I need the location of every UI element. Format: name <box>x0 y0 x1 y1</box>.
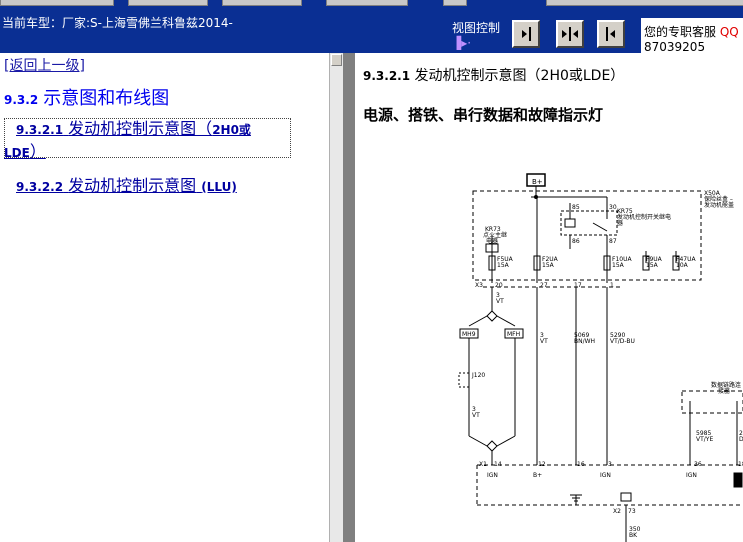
nav-link-title: 发动机控制示意图 <box>68 176 197 195</box>
wire-color: VT <box>496 298 504 305</box>
x1-func: IGN <box>487 472 498 479</box>
current-vehicle-label: 当前车型：厂家:S-上海雪佛兰科鲁兹2014- <box>2 16 233 30</box>
jumper-label: J120 <box>471 372 485 379</box>
nav-scrollbar[interactable] <box>329 53 343 542</box>
x3-pin: 17 <box>574 282 582 289</box>
battery-label: B+ <box>532 178 543 186</box>
fuse-rating: 10A <box>676 262 689 269</box>
section-heading-9-3-2: 9.3.2 示意图和布线图 <box>4 84 169 110</box>
x1-pin: 36 <box>694 461 702 468</box>
relay-pin-87: 87 <box>609 238 617 245</box>
view-control-label: 视图控制 <box>452 21 501 35</box>
wire-color: VT/YE <box>696 436 713 443</box>
back-link[interactable]: [返回上一级] <box>4 55 85 75</box>
view-control-icon: ▐▸· <box>452 36 472 50</box>
splice-label: MFH <box>507 331 520 338</box>
x1-label: X1 <box>479 461 487 468</box>
service-phone: 87039205 <box>644 40 706 53</box>
customer-service-box: 您的专职客服 QQ 87039205 <box>641 18 743 53</box>
arrow-left-bar-icon <box>606 27 615 41</box>
relay-pin-30: 30 <box>609 204 617 211</box>
x3-label: X3 <box>475 282 483 289</box>
relay-coil <box>564 218 576 228</box>
x1-pin: 3 <box>608 461 612 468</box>
fuse-rating: 15A <box>612 262 625 269</box>
section-title: 示意图和布线图 <box>43 88 170 109</box>
split-arrows-icon <box>562 27 578 41</box>
service-text: 您的专职客服 <box>644 25 717 39</box>
content-pane: 9.3.2.1 发动机控制示意图（2H0或LDE） 电源、搭铁、串行数据和故障指… <box>355 53 743 542</box>
section-number: 9.3.2 <box>4 93 39 107</box>
wire-color: BK <box>629 532 638 539</box>
service-label: 您的专职客服 QQ <box>644 23 739 40</box>
wire-color: VT <box>540 338 548 345</box>
x3-pin: 20 <box>495 282 503 289</box>
x1-func: B+ <box>533 472 542 479</box>
fuse-rating: 15A <box>542 262 555 269</box>
arrow-right-bar-icon <box>522 27 531 41</box>
wire-color: BN/WH <box>574 338 595 345</box>
top-bar: 当前车型：厂家:S-上海雪佛兰科鲁兹2014- 视图控制 ▐▸· 您的专职客服 … <box>0 0 743 53</box>
x1-pin: 16 <box>577 461 585 468</box>
x1-func: IGN <box>686 472 697 479</box>
relay-pin-85: 85 <box>572 204 580 211</box>
fuse-rating: 15A <box>497 262 510 269</box>
collapse-right-button[interactable] <box>597 20 625 48</box>
splice-label: MH9 <box>462 331 476 338</box>
service-qq-link[interactable]: QQ <box>720 25 739 39</box>
toolbar-tab-3[interactable] <box>222 0 302 6</box>
x1-func: IGN <box>600 472 611 479</box>
x2-label: X2 <box>613 508 621 515</box>
wire-color: VT <box>472 412 480 419</box>
fuse-rating: 15A <box>646 262 659 269</box>
split-center-button[interactable] <box>556 20 584 48</box>
ign-relay-label-3: 电器 <box>486 237 498 245</box>
toolbar-tab-6[interactable] <box>546 0 743 6</box>
relay-box <box>560 210 618 236</box>
x3-pin: 27 <box>540 282 548 289</box>
x1-pin: 18 <box>738 461 743 468</box>
block-label-3: 发动机舱盖 <box>704 201 734 209</box>
toolbar-tab-4[interactable] <box>326 0 408 6</box>
pane-splitter[interactable] <box>343 53 355 542</box>
wire-color: VT/D-BU <box>610 338 635 345</box>
wire-color: D <box>739 436 743 443</box>
toolbar-tab-1[interactable] <box>0 0 114 6</box>
x1-pin: 14 <box>494 461 502 468</box>
toolbar-tab-5[interactable] <box>443 0 467 6</box>
relay-label-2: 发动机控制开关继电 <box>617 213 671 221</box>
toolbar-tab-2[interactable] <box>128 0 208 6</box>
dlc-label-2: 接器 <box>718 387 730 395</box>
nav-link-code: (LLU) <box>201 180 237 194</box>
collapse-left-button[interactable] <box>512 20 540 48</box>
x2-pin: 73 <box>628 508 636 515</box>
wiring-diagram: B+ X50A 保险丝盒 – 发动机舱盖 KR75 发动机控制开关继电 器 KR… <box>458 173 743 542</box>
x1-pin: 12 <box>538 461 546 468</box>
nav-link-number: 9.3.2.2 <box>16 180 64 194</box>
relay-label-3: 器 <box>617 220 623 227</box>
relay-pin-86: 86 <box>572 238 580 245</box>
nav-link-9-3-2-2[interactable]: 9.3.2.2 发动机控制示意图 (LLU) <box>16 172 237 196</box>
top-toolbar-strip <box>0 0 743 6</box>
scroll-up-arrow[interactable] <box>331 54 342 66</box>
focus-outline <box>4 118 291 158</box>
x3-pin: 1 <box>610 282 614 289</box>
